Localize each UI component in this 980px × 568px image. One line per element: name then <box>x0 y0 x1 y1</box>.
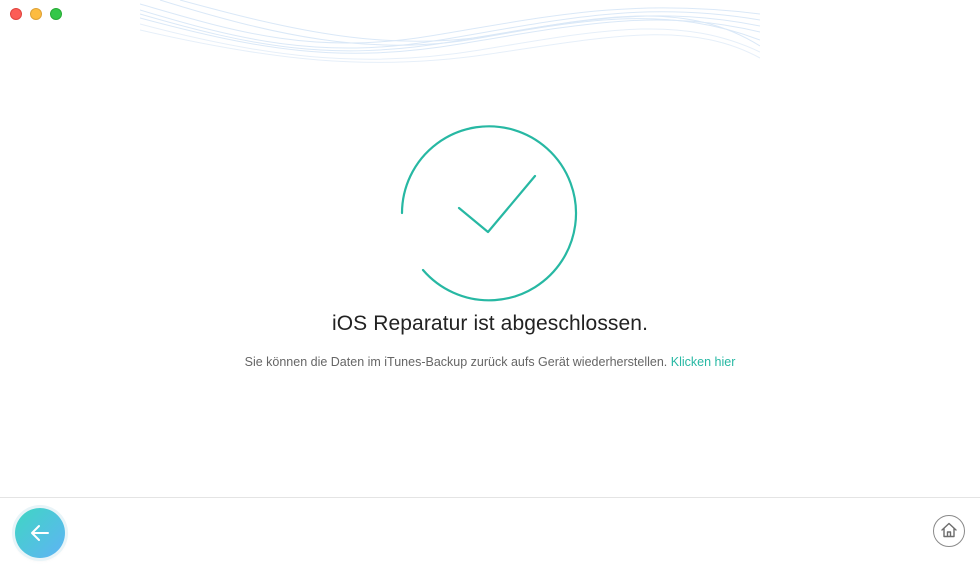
home-icon <box>941 522 957 538</box>
close-window-button[interactable] <box>10 8 22 20</box>
minimize-window-button[interactable] <box>30 8 42 20</box>
footer-divider <box>0 497 980 498</box>
checkmark-circle-icon <box>400 125 578 302</box>
title-bar[interactable] <box>0 0 980 72</box>
click-here-link[interactable]: Klicken hier <box>671 355 736 369</box>
completion-title: iOS Reparatur ist abgeschlossen. <box>331 312 649 335</box>
back-button[interactable] <box>15 508 65 558</box>
restore-message-text: Sie können die Daten im iTunes-Backup zu… <box>244 355 668 369</box>
home-button[interactable] <box>933 515 965 547</box>
zoom-window-button[interactable] <box>50 8 62 20</box>
completion-message: Sie können die Daten im iTunes-Backup zu… <box>0 355 980 369</box>
wave-decoration <box>140 0 760 63</box>
arrow-left-icon <box>31 525 49 541</box>
app-window: iOS Reparatur ist abgeschlossen. Sie kön… <box>0 0 980 568</box>
